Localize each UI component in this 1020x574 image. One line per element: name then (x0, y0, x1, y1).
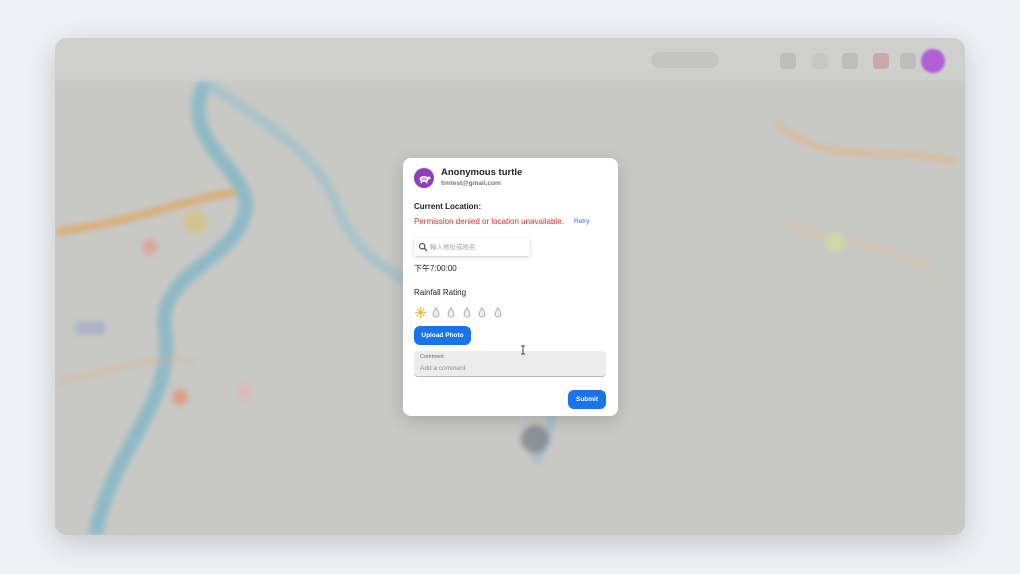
submit-button[interactable]: Submit (568, 390, 606, 409)
raindrop-icon (432, 306, 439, 317)
user-email: timtest@gmail.com (441, 180, 501, 187)
rating-drop-option-3[interactable] (461, 306, 473, 318)
blurred-toolbar-icon (812, 53, 828, 69)
raindrop-icon (478, 306, 486, 317)
rating-drop-option-5[interactable] (492, 306, 504, 318)
rating-drop-option-1[interactable] (430, 306, 442, 318)
retry-link[interactable]: Retry (574, 218, 590, 225)
top-bar (55, 38, 965, 82)
comment-field[interactable]: Comment (414, 351, 606, 377)
address-search-box[interactable] (414, 238, 530, 256)
time-display: 下午7:00:00 (414, 264, 457, 273)
rating-drop-option-4[interactable] (476, 306, 488, 318)
rainfall-rating-label: Rainfall Rating (414, 288, 467, 297)
sun-icon (414, 306, 426, 318)
comment-input[interactable] (420, 363, 598, 374)
rating-drop-option-2[interactable] (445, 306, 457, 318)
blurred-search-pill (651, 52, 719, 68)
rating-sun-option[interactable] (414, 306, 426, 318)
text-cursor-icon (521, 345, 525, 355)
rainfall-rating (414, 306, 507, 318)
location-error-message: Permission denied or location unavailabl… (414, 217, 564, 226)
report-dialog: Anonymous turtle timtest@gmail.com Curre… (403, 158, 618, 416)
blurred-notification-icon (873, 53, 889, 69)
raindrop-icon (494, 306, 501, 317)
blurred-profile-avatar (921, 49, 945, 73)
user-avatar (414, 168, 434, 188)
raindrop-icon (447, 306, 455, 317)
raindrop-icon (463, 306, 470, 317)
upload-photo-button[interactable]: Upload Photo (414, 326, 471, 345)
blurred-toolbar-icon (900, 53, 916, 69)
turtle-icon (419, 176, 431, 184)
comment-label: Comment (420, 354, 444, 360)
search-icon (418, 242, 428, 252)
user-name: Anonymous turtle (441, 167, 523, 178)
address-search-input[interactable] (430, 240, 526, 254)
location-title: Current Location: (414, 202, 482, 211)
blurred-toolbar-icon (842, 53, 858, 69)
blurred-toolbar-icon (780, 53, 796, 69)
